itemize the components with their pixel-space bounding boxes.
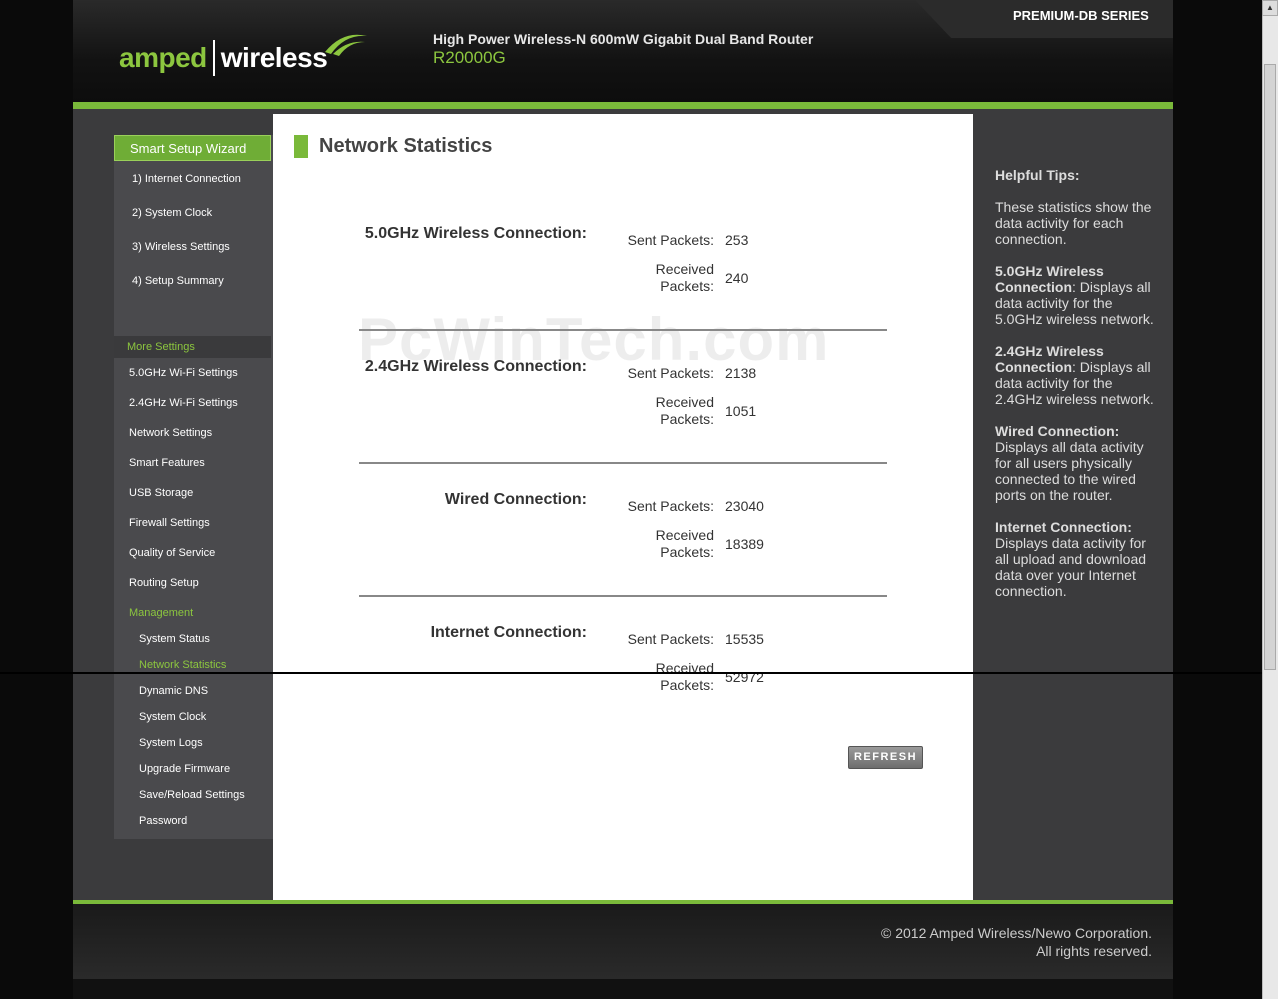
received-label-line1: Received bbox=[655, 394, 714, 410]
sent-label-wired: Sent Packets: bbox=[627, 498, 714, 514]
tip-intro: These statistics show the data activity … bbox=[995, 199, 1152, 247]
browser-frame: amped wireless High Power Wireless-N 600… bbox=[0, 0, 1278, 999]
sidebar-item-password[interactable]: Password bbox=[139, 815, 187, 827]
received-label-line2: Packets: bbox=[660, 411, 714, 427]
sidebar-item-network-settings[interactable]: Network Settings bbox=[129, 427, 212, 439]
scroll-up-arrow-icon[interactable]: ▲ bbox=[1262, 0, 1278, 16]
sent-value-wired: 23040 bbox=[725, 498, 764, 514]
sent-label-24ghz: Sent Packets: bbox=[627, 365, 714, 381]
router-model: R20000G bbox=[433, 48, 506, 67]
sent-value-24ghz: 2138 bbox=[725, 365, 757, 381]
tip-body: Displays all data activity for all users… bbox=[995, 439, 1144, 503]
tip-wired: Wired Connection: Displays all data acti… bbox=[995, 423, 1163, 503]
scrollbar-thumb[interactable] bbox=[1264, 64, 1276, 670]
router-admin-page: amped wireless High Power Wireless-N 600… bbox=[73, 0, 1173, 999]
refresh-button[interactable]: REFRESH bbox=[848, 746, 923, 769]
sidebar-item-system-clock-wizard[interactable]: 2) System Clock bbox=[132, 207, 212, 219]
management-header[interactable]: Management bbox=[129, 607, 193, 619]
sidebar-item-firewall-settings[interactable]: Firewall Settings bbox=[129, 517, 210, 529]
section-label-wired: Wired Connection: bbox=[444, 491, 587, 508]
sidebar-item-save-reload-settings[interactable]: Save/Reload Settings bbox=[139, 789, 245, 801]
tip-head: Wired Connection: bbox=[995, 423, 1120, 439]
sidebar-item-dynamic-dns[interactable]: Dynamic DNS bbox=[139, 685, 208, 697]
sidebar-item-system-logs[interactable]: System Logs bbox=[139, 737, 203, 749]
received-value-5ghz: 240 bbox=[725, 270, 749, 286]
amped-wireless-logo: amped wireless bbox=[119, 38, 328, 78]
sidebar-item-setup-summary[interactable]: 4) Setup Summary bbox=[132, 275, 224, 287]
tip-internet: Internet Connection: Displays data activ… bbox=[995, 519, 1163, 599]
received-label-line1: Received bbox=[655, 527, 714, 543]
tip-5ghz: 5.0GHz Wireless Connection: Displays all… bbox=[995, 263, 1163, 327]
horizontal-divider-line bbox=[0, 672, 1278, 674]
logo-swoosh-icon bbox=[325, 34, 367, 56]
received-label-24ghz: Received Packets: bbox=[656, 394, 714, 428]
sidebar-item-usb-storage[interactable]: USB Storage bbox=[129, 487, 193, 499]
sidebar-item-24ghz-wifi[interactable]: 2.4GHz Wi-Fi Settings bbox=[129, 397, 238, 409]
logo-divider bbox=[212, 40, 215, 76]
smart-setup-wizard-button[interactable]: Smart Setup Wizard bbox=[114, 135, 271, 161]
tips-title: Helpful Tips: bbox=[995, 167, 1080, 183]
router-title: High Power Wireless-N 600mW Gigabit Dual… bbox=[433, 31, 814, 47]
body-area: Smart Setup Wizard 1) Internet Connectio… bbox=[73, 109, 1173, 900]
received-label-line2: Packets: bbox=[660, 544, 714, 560]
sidebar-item-upgrade-firmware[interactable]: Upgrade Firmware bbox=[139, 763, 230, 775]
section-separator bbox=[359, 329, 887, 331]
helpful-tips-panel: Helpful Tips: These statistics show the … bbox=[973, 114, 1173, 900]
section-label-24ghz: 2.4GHz Wireless Connection: bbox=[364, 358, 587, 375]
sidebar-item-network-statistics[interactable]: Network Statistics bbox=[139, 659, 226, 671]
section-separator bbox=[359, 595, 887, 597]
sidebar-item-smart-features[interactable]: Smart Features bbox=[129, 457, 205, 469]
section-label-internet: Internet Connection: bbox=[430, 624, 587, 641]
footer: © 2012 Amped Wireless/Newo Corporation. … bbox=[73, 904, 1173, 979]
received-value-wired: 18389 bbox=[725, 536, 764, 552]
series-label: PREMIUM-DB SERIES bbox=[1013, 8, 1149, 23]
sent-value-5ghz: 253 bbox=[725, 232, 749, 248]
header: amped wireless High Power Wireless-N 600… bbox=[73, 0, 1173, 102]
title-accent bbox=[294, 135, 308, 158]
sidebar-item-system-clock[interactable]: System Clock bbox=[139, 711, 206, 723]
section-separator bbox=[359, 462, 887, 464]
sidebar-item-5ghz-wifi[interactable]: 5.0GHz Wi-Fi Settings bbox=[129, 367, 238, 379]
logo-wireless-text: wireless bbox=[220, 42, 328, 73]
sent-label-internet: Sent Packets: bbox=[627, 631, 714, 647]
header-accent-bar bbox=[73, 102, 1173, 109]
received-label-line2: Packets: bbox=[660, 677, 714, 693]
rights-line: All rights reserved. bbox=[1036, 943, 1152, 959]
sidebar-item-quality-of-service[interactable]: Quality of Service bbox=[129, 547, 215, 559]
tip-head: Internet Connection: bbox=[995, 519, 1132, 535]
received-label-wired: Received Packets: bbox=[656, 527, 714, 561]
main-content: Network Statistics PcWinTech.com 5.0GHz … bbox=[273, 114, 973, 900]
section-label-5ghz: 5.0GHz Wireless Connection: bbox=[364, 225, 587, 242]
received-label-internet: Received Packets: bbox=[656, 660, 714, 694]
page-title: Network Statistics bbox=[319, 135, 493, 157]
received-label-line2: Packets: bbox=[660, 278, 714, 294]
received-value-24ghz: 1051 bbox=[725, 403, 757, 419]
sent-label-5ghz: Sent Packets: bbox=[627, 232, 714, 248]
more-settings-header: More Settings bbox=[114, 336, 271, 358]
sidebar-item-internet-connection[interactable]: 1) Internet Connection bbox=[132, 173, 241, 185]
tip-24ghz: 2.4GHz Wireless Connection: Displays all… bbox=[995, 343, 1163, 407]
copyright: © 2012 Amped Wireless/Newo Corporation. … bbox=[881, 924, 1152, 960]
sent-value-internet: 15535 bbox=[725, 631, 764, 647]
tip-body: Displays data activity for all upload an… bbox=[995, 535, 1147, 599]
copyright-line: © 2012 Amped Wireless/Newo Corporation. bbox=[881, 925, 1152, 941]
received-label-line1: Received bbox=[655, 261, 714, 277]
sidebar-item-system-status[interactable]: System Status bbox=[139, 633, 210, 645]
received-label-5ghz: Received Packets: bbox=[656, 261, 714, 295]
logo-amped-text: amped bbox=[119, 42, 207, 73]
sidebar-item-routing-setup[interactable]: Routing Setup bbox=[129, 577, 199, 589]
sidebar-item-wireless-settings[interactable]: 3) Wireless Settings bbox=[132, 241, 230, 253]
